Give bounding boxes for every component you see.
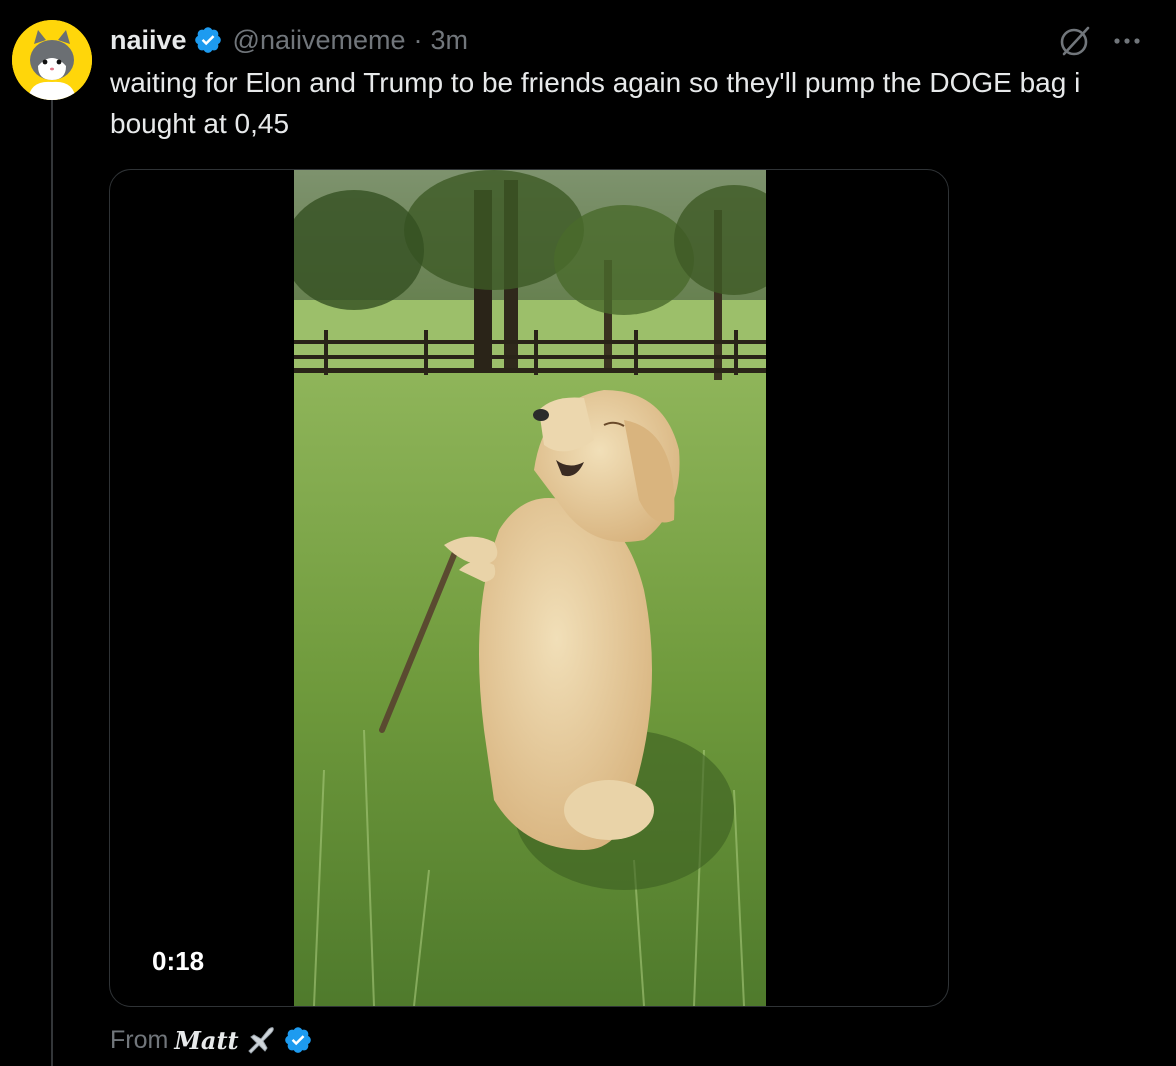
avatar-cat-illustration <box>12 20 92 100</box>
media-attribution: From Matt <box>110 1022 313 1058</box>
tweet-text: waiting for Elon and Trump to be friends… <box>110 67 1081 139</box>
video-thumbnail[interactable] <box>294 170 766 1006</box>
user-handle[interactable]: @naiivememe <box>233 25 406 56</box>
thread-connector-line <box>51 100 53 1066</box>
video-duration: 0:18 <box>152 946 205 976</box>
video-player[interactable]: 0:18 <box>109 169 949 1007</box>
display-name[interactable]: naiive <box>110 25 187 56</box>
tweet-header: naiive @naiivememe · 3m <box>110 22 468 58</box>
timestamp[interactable]: 3m <box>431 25 469 56</box>
dog-in-field-image <box>294 170 766 1006</box>
verified-badge-icon[interactable] <box>283 1025 313 1055</box>
separator-dot: · <box>413 24 423 55</box>
source-account-name[interactable]: Matt <box>174 1026 238 1055</box>
verified-badge-icon[interactable] <box>193 25 223 55</box>
from-label: From <box>110 1025 169 1054</box>
more-options-icon[interactable] <box>1112 28 1142 54</box>
grok-icon[interactable] <box>1058 24 1092 58</box>
airplane-emoji-icon <box>247 1027 274 1054</box>
avatar[interactable] <box>12 20 92 100</box>
